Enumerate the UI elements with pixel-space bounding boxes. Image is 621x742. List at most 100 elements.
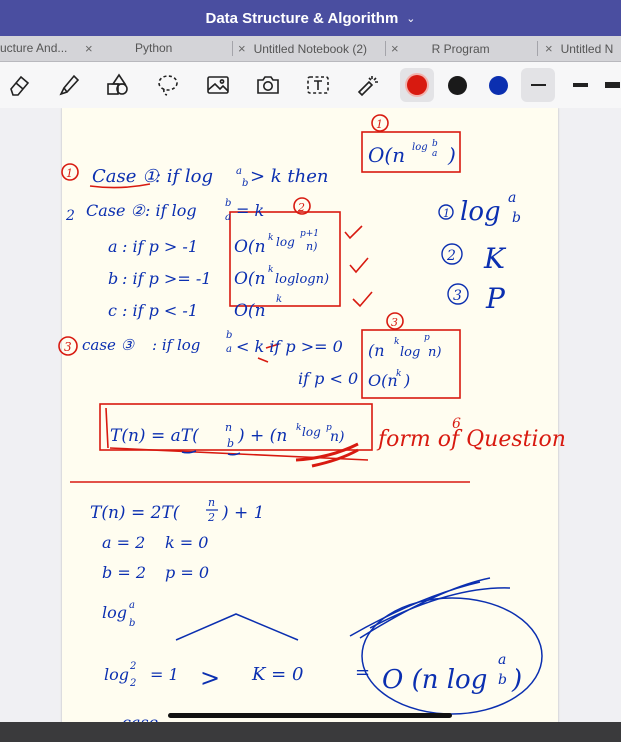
pen-color-blue[interactable] bbox=[489, 76, 508, 95]
tab-bar: ucture And... × Python × Untitled Noteboo… bbox=[0, 36, 621, 62]
drawing-toolbar bbox=[0, 62, 621, 109]
tab-data-structure[interactable]: ucture And... bbox=[0, 36, 78, 61]
master-k: k bbox=[296, 423, 301, 433]
case3-sup1: k bbox=[394, 337, 399, 347]
tab-label: ucture And... bbox=[0, 41, 68, 55]
text-tool[interactable] bbox=[303, 70, 333, 100]
case3-sub: a bbox=[226, 344, 232, 355]
sub-a-log: log bbox=[276, 235, 295, 249]
legend-1-num: 1 bbox=[443, 207, 450, 220]
tab-r-program[interactable]: × R Program bbox=[391, 36, 531, 61]
case3-sup1b: p bbox=[424, 333, 430, 343]
tab-untitled-notebook[interactable]: × Untitled N bbox=[545, 36, 621, 61]
example-final-sub: b bbox=[498, 672, 507, 688]
camera-icon bbox=[257, 76, 279, 94]
master-log: log bbox=[302, 425, 321, 439]
eraser-tool[interactable] bbox=[5, 70, 35, 100]
case1-close: ) bbox=[447, 143, 456, 167]
master-rest: ) + (n bbox=[237, 426, 287, 446]
example-final-close: ) bbox=[511, 665, 522, 695]
example-final-sup: a bbox=[498, 652, 506, 668]
stroke-line bbox=[604, 82, 620, 88]
sub-a-sup: k bbox=[268, 233, 273, 243]
text-icon bbox=[307, 76, 329, 94]
close-icon[interactable]: × bbox=[545, 41, 553, 56]
tab-untitled-notebook-2[interactable]: × Untitled Notebook (2) bbox=[238, 36, 383, 61]
case2-num: 2 bbox=[65, 208, 75, 224]
master-n2: n) bbox=[330, 429, 344, 445]
example-eq1: = 1 bbox=[150, 665, 179, 684]
case1-label: Case ① bbox=[92, 166, 159, 187]
sub-c-cond: : if p < -1 bbox=[122, 301, 198, 320]
example-a: a = 2 bbox=[102, 533, 145, 552]
tab-label: Python bbox=[135, 41, 173, 55]
case3-label: case ③ bbox=[82, 336, 136, 354]
highlighter-icon bbox=[59, 74, 80, 96]
notebook-title[interactable]: Data Structure & Algorithm bbox=[205, 10, 398, 27]
color-swatch bbox=[407, 75, 427, 95]
form-of-question: form of Question bbox=[376, 427, 566, 452]
legend-2-num: 2 bbox=[446, 248, 456, 264]
stroke-width-thicker[interactable] bbox=[603, 70, 621, 100]
close-icon: × bbox=[85, 41, 93, 56]
pen-color-black[interactable] bbox=[448, 76, 467, 95]
shapes-icon bbox=[107, 73, 128, 95]
legend-1-sub: b bbox=[512, 210, 521, 226]
sub-a-cond: : if p > -1 bbox=[122, 237, 198, 256]
pen-color-red-selected[interactable] bbox=[400, 68, 434, 102]
highlighter-tool[interactable] bbox=[54, 70, 84, 100]
legend-1-text: log bbox=[460, 197, 501, 227]
case2-label: Case ② bbox=[86, 201, 147, 220]
case3-rest2: if p < 0 bbox=[298, 369, 358, 388]
laser-pointer-icon bbox=[357, 76, 378, 97]
close-icon[interactable]: × bbox=[391, 41, 399, 56]
home-indicator[interactable] bbox=[168, 713, 452, 718]
tab-label: Untitled Notebook (2) bbox=[253, 42, 367, 56]
case1-rest: > k then bbox=[250, 166, 329, 187]
handwritten-notes: 1 1 2 3 3 form of Question 6 Case ① : if… bbox=[58, 114, 566, 732]
case1-num: 1 bbox=[66, 167, 73, 180]
example-log: log bbox=[102, 603, 127, 622]
sub-a-n: n) bbox=[306, 240, 317, 253]
tab-close-button[interactable]: × bbox=[85, 36, 107, 61]
tab-divider bbox=[385, 41, 386, 56]
chevron-down-icon[interactable]: ⌄ bbox=[406, 12, 415, 25]
example-log2-sub: 2 bbox=[129, 678, 136, 689]
case2-sup: b bbox=[225, 198, 231, 209]
sub-b-log: loglogn) bbox=[275, 272, 329, 287]
stroke-width-medium[interactable] bbox=[521, 68, 555, 102]
case2-cond: : if log bbox=[145, 201, 197, 220]
lasso-icon bbox=[158, 75, 178, 96]
case3-result2: O(n bbox=[368, 371, 398, 390]
example-p: p = 0 bbox=[165, 563, 209, 582]
tab-python[interactable]: Python bbox=[135, 36, 195, 61]
lasso-tool[interactable] bbox=[153, 70, 183, 100]
case3-sup: b bbox=[226, 330, 232, 341]
six-sup: 6 bbox=[452, 416, 461, 432]
stroke-width-thick[interactable] bbox=[565, 70, 595, 100]
tab-label: Untitled N bbox=[560, 42, 614, 56]
sub-b-sup: k bbox=[268, 265, 273, 275]
example-k: k = 0 bbox=[165, 533, 208, 552]
legend-2-text: K bbox=[483, 242, 507, 275]
sub-b-result: O(n bbox=[234, 269, 266, 289]
image-tool[interactable] bbox=[203, 70, 233, 100]
close-icon[interactable]: × bbox=[238, 41, 246, 56]
example-log2: log bbox=[104, 665, 129, 684]
eraser-icon bbox=[10, 75, 30, 96]
example-b: b = 2 bbox=[102, 563, 146, 582]
camera-tool[interactable] bbox=[253, 70, 283, 100]
title-bar[interactable]: Data Structure & Algorithm ⌄ bbox=[0, 0, 621, 36]
example-den: 2 bbox=[207, 511, 215, 524]
sub-b-label: b bbox=[108, 269, 118, 288]
case1-result-sub: a bbox=[432, 149, 437, 159]
sub-a-result: O(n bbox=[234, 237, 266, 257]
tab-divider bbox=[232, 41, 233, 56]
case3-circle-num: 3 bbox=[391, 316, 398, 329]
shapes-tool[interactable] bbox=[103, 70, 133, 100]
case3-result1: (n bbox=[368, 341, 385, 360]
laser-pointer-tool[interactable] bbox=[353, 70, 383, 100]
sub-c-label: c bbox=[108, 301, 117, 320]
sub-c-sup: k bbox=[276, 294, 282, 305]
notebook-canvas[interactable]: 1 1 2 3 3 form of Question 6 Case ① : if… bbox=[0, 108, 621, 732]
